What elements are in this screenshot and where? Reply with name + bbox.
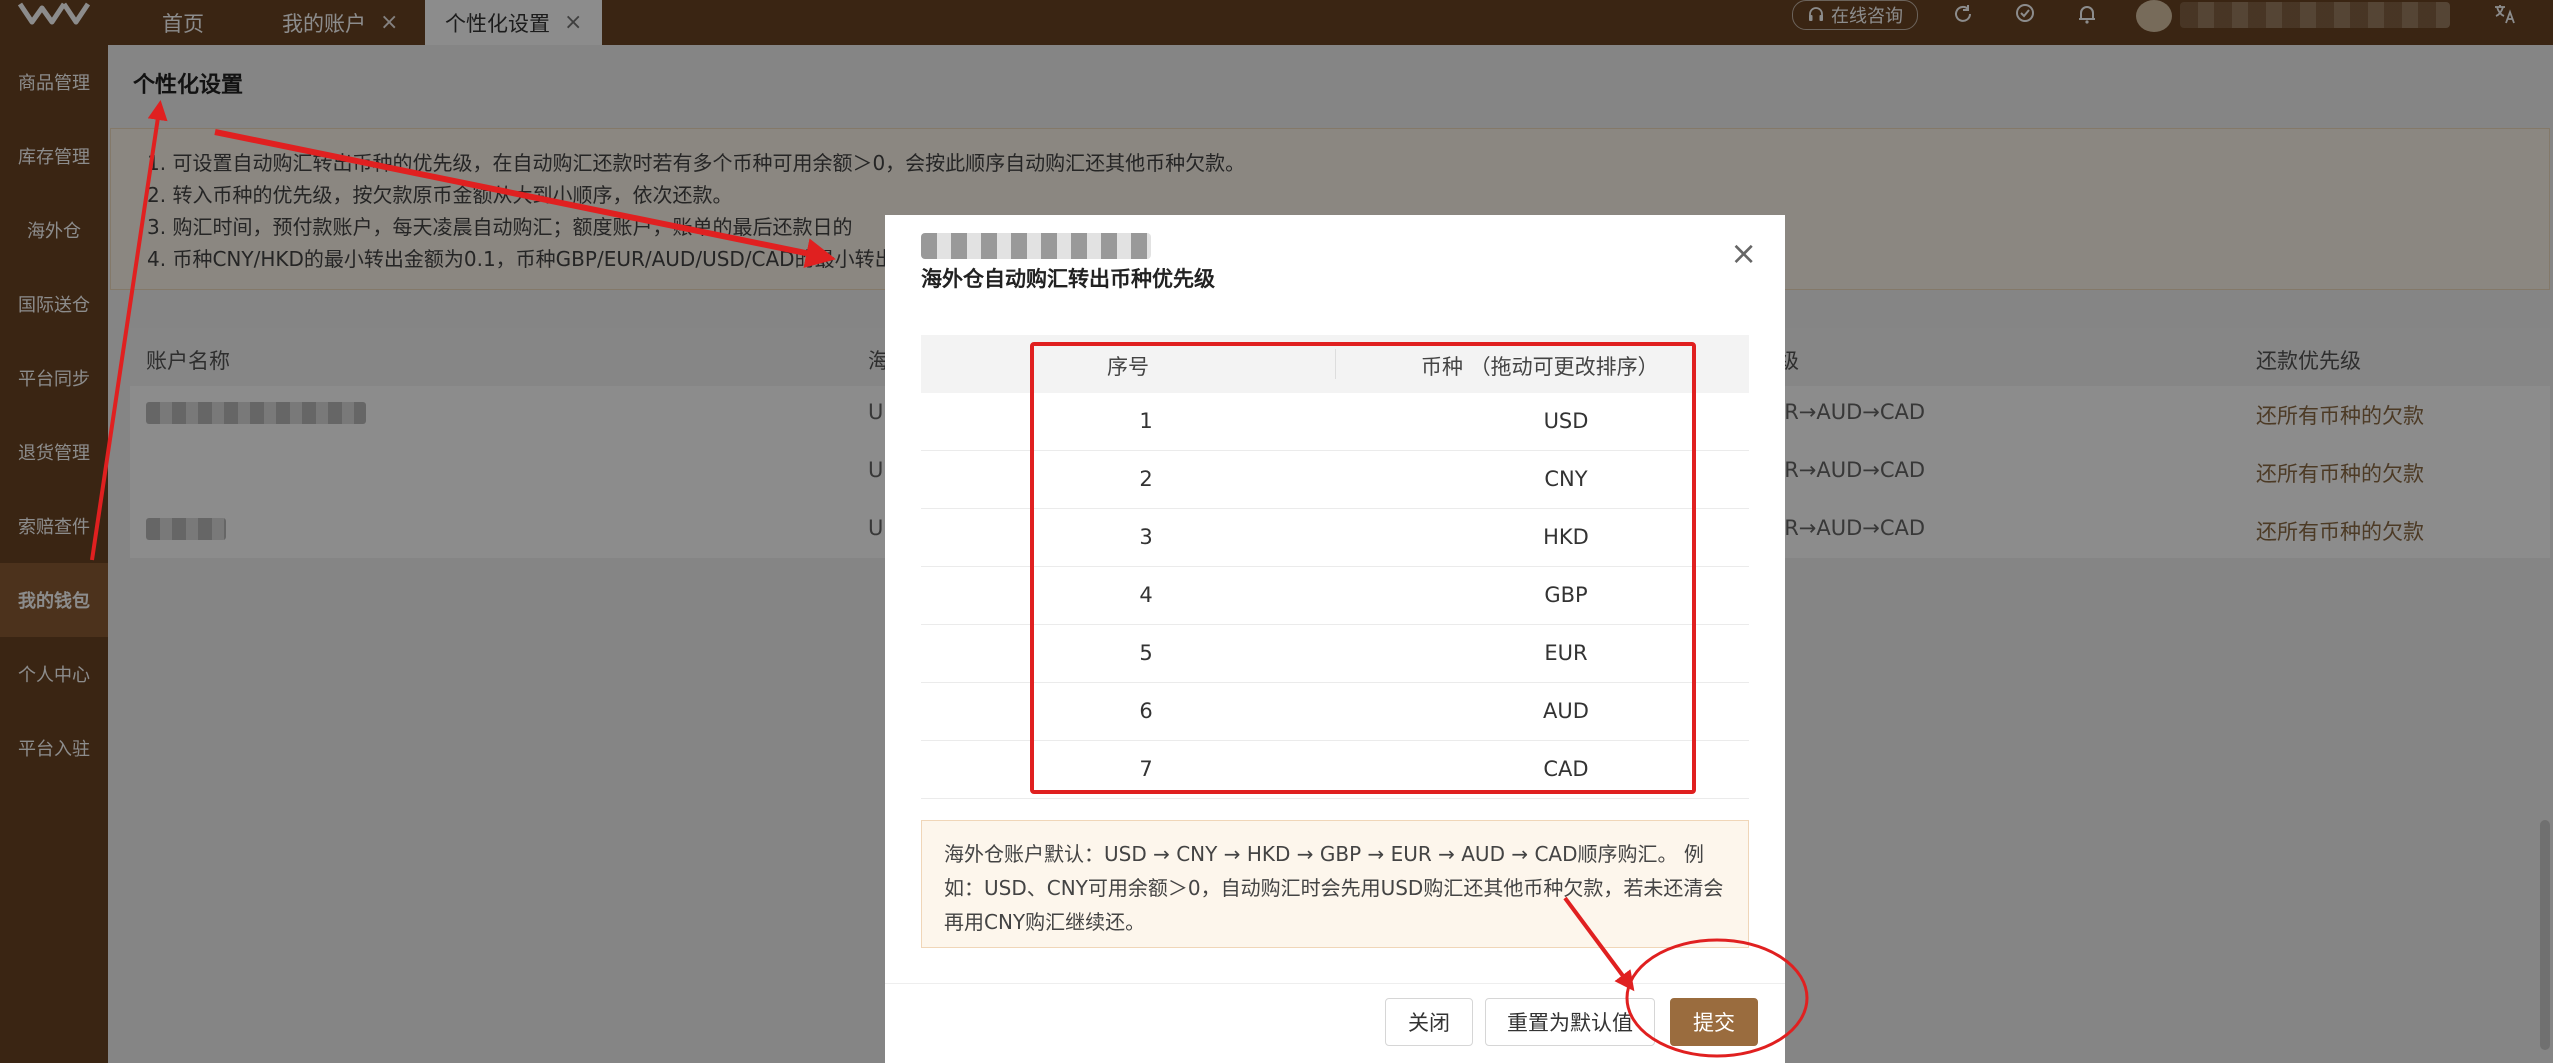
- modal-title: 海外仓自动购汇转出币种优先级: [921, 267, 1215, 291]
- annotation-highlight-box: [1030, 342, 1696, 794]
- modal-subtitle-blurred: [921, 233, 1151, 259]
- button-label: 关闭: [1408, 1011, 1450, 1035]
- modal-footer-divider: [885, 983, 1785, 984]
- default-order-tip: 海外仓账户默认：USD → CNY → HKD → GBP → EUR → AU…: [921, 820, 1749, 948]
- close-icon[interactable]: ×: [1730, 237, 1757, 269]
- close-button[interactable]: 关闭: [1385, 998, 1473, 1046]
- reset-default-button[interactable]: 重置为默认值: [1485, 998, 1655, 1046]
- button-label: 提交: [1693, 1011, 1735, 1035]
- button-label: 重置为默认值: [1507, 1011, 1633, 1035]
- submit-button[interactable]: 提交: [1670, 998, 1758, 1046]
